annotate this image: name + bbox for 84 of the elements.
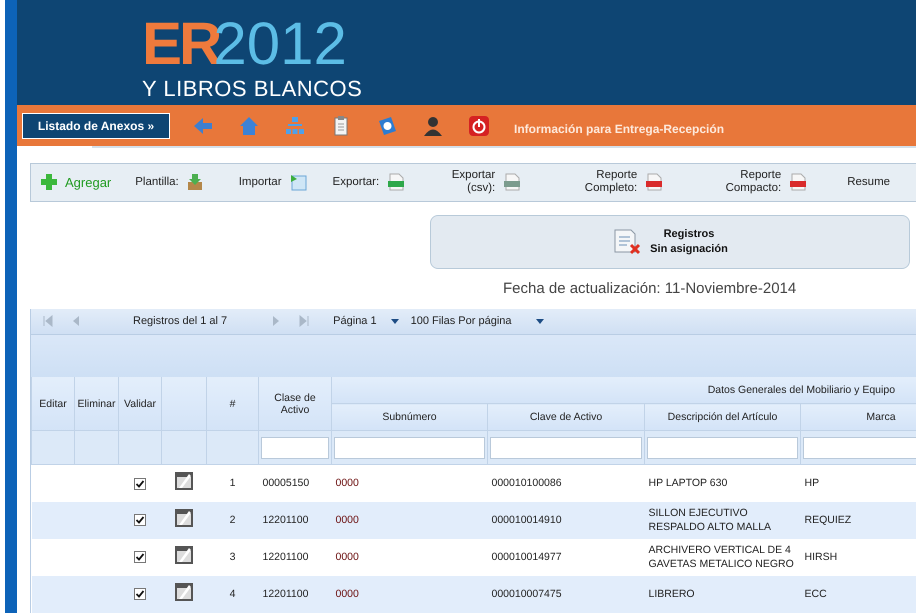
page-select[interactable]: Página 1 bbox=[333, 315, 399, 328]
pdf-file-icon bbox=[789, 173, 808, 192]
toolbar-button[interactable] bbox=[503, 173, 522, 192]
column-header: Editar bbox=[32, 376, 74, 431]
toolbar-label: Importar bbox=[238, 176, 282, 189]
validated-checkbox[interactable] bbox=[134, 551, 146, 564]
validated-checkbox[interactable] bbox=[134, 514, 146, 526]
logo-subtitle: Y LIBROS BLANCOS bbox=[142, 76, 364, 102]
power-icon[interactable] bbox=[468, 114, 490, 137]
pdf-file-icon bbox=[645, 173, 664, 192]
filter-field[interactable] bbox=[803, 436, 916, 459]
table-cell: 00005150 bbox=[258, 464, 332, 502]
unassigned-records-button[interactable]: Registros Sin asignación bbox=[430, 214, 910, 269]
column-header: Clase de Activo bbox=[258, 376, 332, 431]
table-cell: LIBRERO bbox=[644, 576, 800, 613]
row-number: 2 bbox=[206, 502, 258, 539]
table-cell: 0000 bbox=[332, 502, 488, 539]
validated-checkbox[interactable] bbox=[134, 478, 146, 490]
toolbar-label: Exportar: bbox=[332, 176, 380, 189]
table-cell: ARCHIVERO VERTICAL DE 4 GAVETAS METALICO NEGRO bbox=[644, 538, 800, 576]
row-number: 1 bbox=[206, 464, 258, 502]
annex-list-button[interactable]: Listado de Anexos » bbox=[22, 112, 170, 139]
table-cell: SILLON EJECUTIVO RESPALDO ALTO MALLA bbox=[644, 502, 800, 539]
toolbar-button[interactable] bbox=[290, 174, 307, 191]
toolbar-button[interactable] bbox=[387, 173, 406, 192]
column-header: Marca bbox=[800, 404, 916, 431]
table-cell: HP bbox=[800, 464, 916, 502]
toolbar-button[interactable] bbox=[186, 173, 203, 192]
table-cell: 000010014977 bbox=[488, 538, 644, 576]
toolbar-label: Resume bbox=[847, 176, 890, 189]
table-cell: 000010100086 bbox=[488, 464, 644, 502]
rows-per-page-select[interactable]: 100 Filas Por página bbox=[410, 315, 544, 328]
column-header: Clave de Activo bbox=[488, 404, 644, 431]
first-page-icon[interactable] bbox=[43, 315, 53, 328]
import-icon bbox=[290, 174, 307, 191]
table-cell: HIRSH bbox=[800, 538, 916, 576]
filter-field[interactable] bbox=[647, 436, 798, 459]
group-header: Datos Generales del Mobiliario y Equipo bbox=[332, 376, 916, 404]
user-icon[interactable] bbox=[422, 114, 444, 137]
table-cell: 12201100 bbox=[258, 576, 332, 613]
table-cell: 12201100 bbox=[258, 538, 332, 576]
table-cell: 0000 bbox=[332, 538, 488, 576]
table-cell: 0000 bbox=[332, 464, 488, 502]
tray-icon bbox=[186, 173, 203, 192]
column-header: Eliminar bbox=[74, 376, 118, 431]
row-number: 3 bbox=[206, 538, 258, 576]
edit-record-icon[interactable] bbox=[174, 545, 194, 566]
table-cell: 12201100 bbox=[258, 502, 332, 539]
filter-field[interactable] bbox=[261, 436, 329, 459]
filter-field[interactable] bbox=[490, 436, 642, 459]
table-cell: REQUIEZ bbox=[800, 502, 916, 539]
dropdown-icon bbox=[536, 318, 544, 324]
section-title: Información para Entrega-Recepción bbox=[514, 122, 724, 136]
table-cell: 000010014910 bbox=[488, 502, 644, 539]
table-cell: 0000 bbox=[332, 576, 488, 613]
document-delete-icon bbox=[612, 228, 642, 256]
toolbar-button[interactable] bbox=[789, 173, 808, 192]
dropdown-icon bbox=[390, 318, 399, 324]
edit-record-icon[interactable] bbox=[174, 471, 194, 492]
update-date: Fecha de actualización: 11-Noviembre-2014 bbox=[503, 280, 798, 297]
row-number: 4 bbox=[206, 576, 258, 613]
edit-record-icon[interactable] bbox=[174, 508, 194, 528]
next-page-icon[interactable] bbox=[271, 315, 282, 328]
validated-checkbox[interactable] bbox=[134, 588, 146, 600]
toolbar-label: Exportar (csv): bbox=[450, 169, 496, 196]
column-header: Descripción del Artículo bbox=[644, 404, 800, 431]
column-header: Validar bbox=[118, 376, 162, 431]
previous-page-icon[interactable] bbox=[71, 315, 81, 328]
column-header: # bbox=[206, 376, 258, 431]
table-cell: ECC bbox=[800, 576, 916, 613]
records-range: Registros del 1 al 7 bbox=[133, 315, 228, 328]
toolbar-label: Plantilla: bbox=[135, 176, 179, 189]
filter-field[interactable] bbox=[334, 436, 485, 459]
edit-record-icon[interactable] bbox=[174, 582, 194, 602]
spreadsheet-file-icon bbox=[387, 173, 406, 192]
toolbar-label: Reporte Compacto: bbox=[724, 169, 782, 196]
table-cell: HP LAPTOP 630 bbox=[644, 464, 800, 502]
csv-file-icon bbox=[503, 173, 522, 192]
last-page-icon[interactable] bbox=[299, 315, 310, 328]
toolbar-label: Reporte Completo: bbox=[584, 169, 638, 196]
plus-icon bbox=[41, 174, 57, 190]
column-header: Subnúmero bbox=[332, 404, 488, 431]
table-cell: 000010007475 bbox=[488, 576, 644, 613]
toolbar-button[interactable] bbox=[645, 173, 664, 192]
